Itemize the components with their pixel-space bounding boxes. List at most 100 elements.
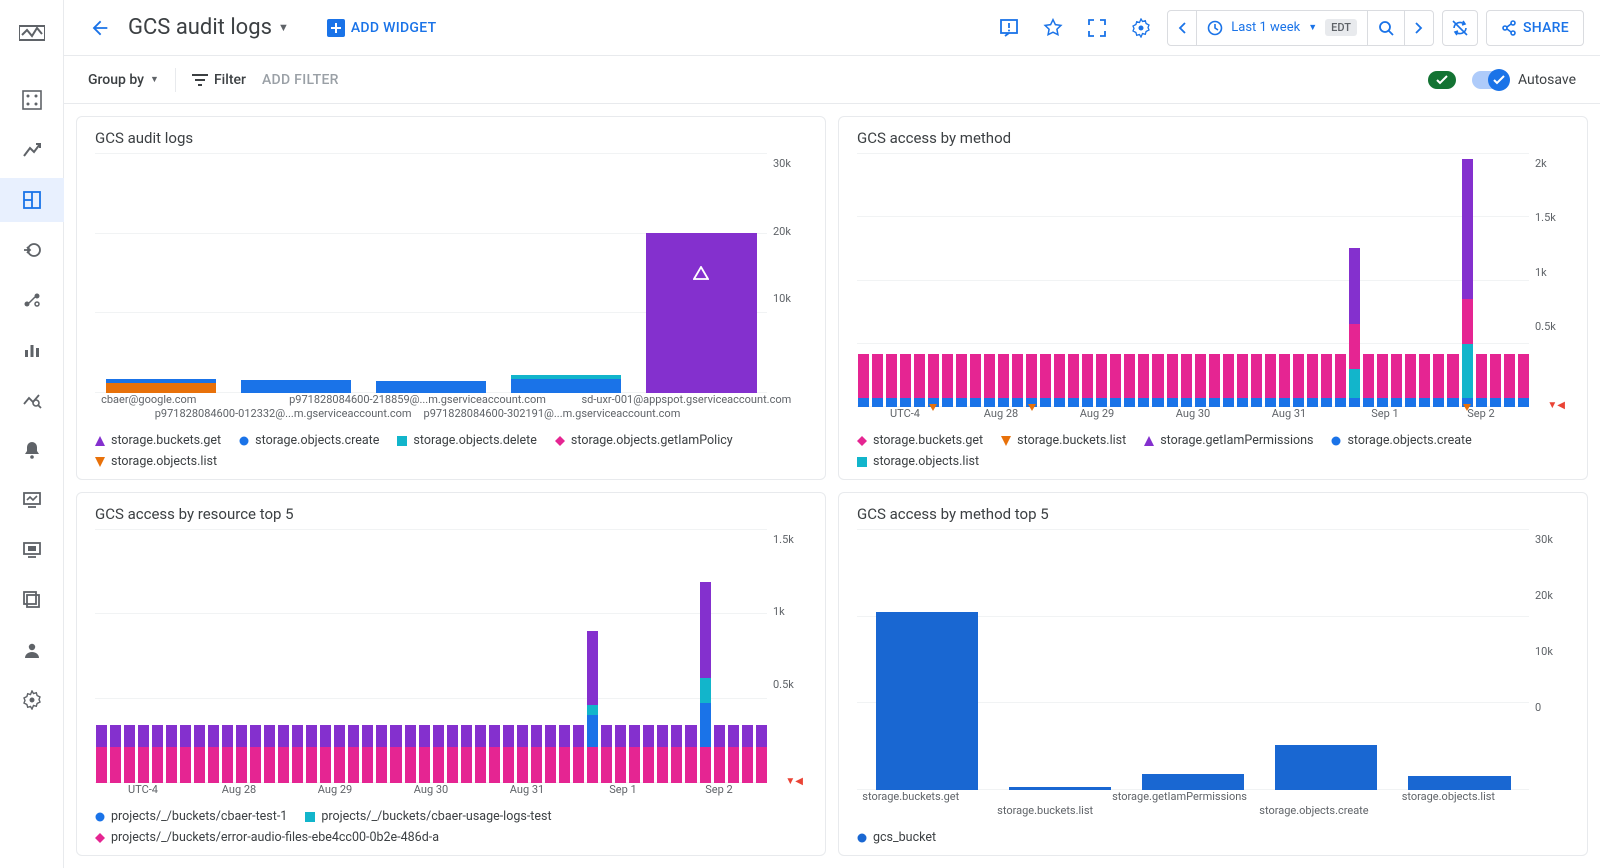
bar[interactable] [941,153,953,407]
bar[interactable] [545,529,557,783]
gear-icon[interactable] [1123,10,1159,46]
legend-item[interactable]: gcs_bucket [857,830,936,845]
nav-bars-icon[interactable] [10,328,54,372]
legend-item[interactable]: storage.objects.getIamPolicy [555,433,733,448]
bar[interactable] [320,529,332,783]
bar[interactable] [1275,529,1378,790]
bar[interactable] [292,529,304,783]
add-filter-button[interactable]: ADD FILTER [262,72,339,88]
bar[interactable] [875,529,978,790]
bar[interactable] [1082,153,1094,407]
bar[interactable] [899,153,911,407]
auto-refresh-off-icon[interactable] [1442,10,1478,46]
bar[interactable] [1349,153,1361,407]
legend-item[interactable]: projects/_/buckets/cbaer-usage-logs-test [305,809,551,824]
time-zoom-button[interactable] [1368,11,1405,45]
bar[interactable] [165,529,177,783]
share-button[interactable]: SHARE [1486,10,1584,46]
monitoring-logo-icon[interactable] [10,10,54,54]
legend-item[interactable]: storage.objects.delete [397,433,537,448]
bar[interactable] [151,529,163,783]
bar[interactable] [95,529,107,783]
nav-uptime-icon[interactable] [10,478,54,522]
bar[interactable] [516,529,528,783]
legend-item[interactable]: storage.objects.list [857,454,979,469]
bar[interactable] [1264,153,1276,407]
bar[interactable] [1138,153,1150,407]
bar[interactable] [334,529,346,783]
nav-explore-icon[interactable] [10,378,54,422]
bar[interactable] [857,153,869,407]
bar[interactable] [983,153,995,407]
bar[interactable] [1166,153,1178,407]
bar[interactable] [615,529,627,783]
bar[interactable] [1377,153,1389,407]
bar[interactable] [1419,153,1431,407]
bar[interactable] [278,529,290,783]
nav-settings-icon[interactable] [10,678,54,722]
bar[interactable] [1068,153,1080,407]
bar[interactable] [1433,153,1445,407]
dashboard-title[interactable]: GCS audit logs▼ [128,15,295,40]
bar[interactable] [1321,153,1333,407]
bar[interactable] [1517,153,1529,407]
nav-groups-icon[interactable] [10,578,54,622]
bar[interactable] [1040,153,1052,407]
bar[interactable] [1405,153,1417,407]
bar[interactable] [1250,153,1262,407]
bar[interactable] [109,529,121,783]
bar[interactable] [193,529,205,783]
time-range-button[interactable]: Last 1 week ▼ EDT [1197,11,1368,45]
bar[interactable] [1110,153,1122,407]
bar[interactable] [404,529,416,783]
bar[interactable] [137,529,149,783]
bar[interactable] [657,529,669,783]
nav-user-icon[interactable] [10,628,54,672]
bar[interactable] [250,529,262,783]
fullscreen-icon[interactable] [1079,10,1115,46]
bar[interactable] [1236,153,1248,407]
bar[interactable] [1307,153,1319,407]
bar[interactable] [221,529,233,783]
bar[interactable] [418,529,430,783]
bar[interactable] [927,153,939,407]
nav-metrics-icon[interactable] [10,128,54,172]
bar[interactable] [1208,153,1220,407]
bar[interactable] [530,529,542,783]
bar[interactable] [460,529,472,783]
bar[interactable] [671,529,683,783]
bar[interactable] [646,153,757,393]
nav-synthetic-icon[interactable] [10,528,54,572]
bar[interactable] [573,529,585,783]
bar[interactable] [432,529,444,783]
bar[interactable] [1096,153,1108,407]
bar[interactable] [643,529,655,783]
bar[interactable] [559,529,571,783]
nav-slo-icon[interactable] [10,278,54,322]
autosave-toggle[interactable]: Autosave [1472,71,1576,89]
bar[interactable] [264,529,276,783]
bar[interactable] [240,153,351,393]
bar[interactable] [502,529,514,783]
bar[interactable] [969,153,981,407]
nav-alerting-icon[interactable] [10,428,54,472]
bar[interactable] [446,529,458,783]
time-prev-button[interactable] [1168,11,1197,45]
bar[interactable] [1447,153,1459,407]
group-by-button[interactable]: Group by▼ [88,72,159,88]
bar[interactable] [1008,529,1111,790]
legend-item[interactable]: storage.buckets.list [1001,433,1126,448]
bar[interactable] [997,153,1009,407]
bar[interactable] [1124,153,1136,407]
nav-services-icon[interactable] [10,228,54,272]
legend-item[interactable]: storage.getIamPermissions [1144,433,1313,448]
time-next-button[interactable] [1405,11,1433,45]
bar[interactable] [474,529,486,783]
bar[interactable] [348,529,360,783]
bar[interactable] [755,529,767,783]
bar[interactable] [741,529,753,783]
bar[interactable] [1026,153,1038,407]
bar[interactable] [1335,153,1347,407]
legend-item[interactable]: projects/_/buckets/error-audio-files-ebe… [95,830,439,845]
feedback-icon[interactable] [991,10,1027,46]
